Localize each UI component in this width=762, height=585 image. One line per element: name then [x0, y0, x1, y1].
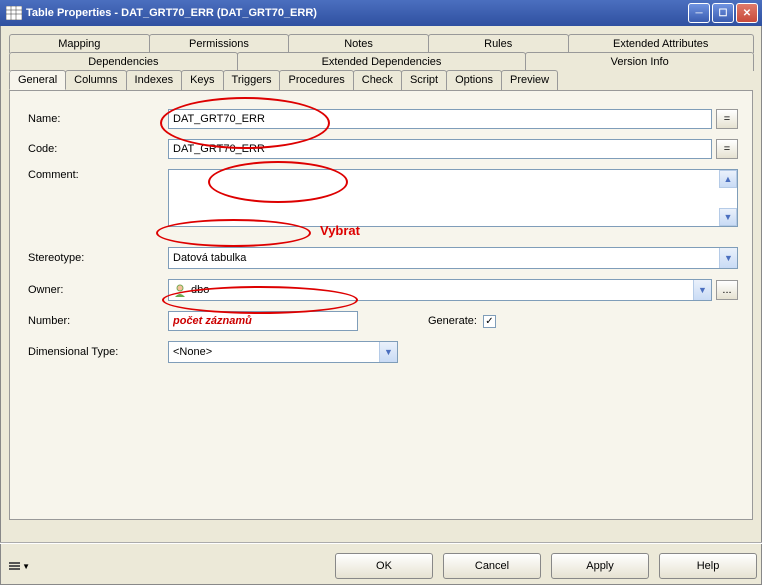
tab-extended-attributes[interactable]: Extended Attributes	[568, 34, 754, 53]
tab-row-3: General Columns Indexes Keys Triggers Pr…	[9, 70, 753, 90]
owner-label: Owner:	[28, 284, 168, 296]
tab-script[interactable]: Script	[401, 70, 447, 90]
general-panel: Name: = Code: = Comment: ▲ ▼ Stereotype:…	[9, 90, 753, 520]
tab-columns[interactable]: Columns	[65, 70, 126, 90]
dimensional-type-select[interactable]: <None> ▼	[168, 341, 398, 363]
menu-button[interactable]: ▼	[7, 555, 31, 577]
table-icon	[6, 6, 22, 20]
window-title: Table Properties - DAT_GRT70_ERR (DAT_GR…	[26, 7, 688, 19]
tab-dependencies[interactable]: Dependencies	[9, 52, 238, 71]
tab-mapping[interactable]: Mapping	[9, 34, 150, 53]
name-sync-button[interactable]: =	[716, 109, 738, 129]
number-input[interactable]	[168, 311, 358, 331]
maximize-button[interactable]: ☐	[712, 3, 734, 23]
minimize-button[interactable]: ─	[688, 3, 710, 23]
tab-notes[interactable]: Notes	[288, 34, 429, 53]
dimensional-type-value: <None>	[173, 346, 212, 358]
dimensional-type-label: Dimensional Type:	[28, 346, 168, 358]
tab-version-info[interactable]: Version Info	[525, 52, 754, 71]
apply-button[interactable]: Apply	[551, 553, 649, 579]
footer-bar: ▼ OK Cancel Apply Help	[0, 542, 762, 584]
number-label: Number:	[28, 315, 168, 327]
owner-select[interactable]: dbo ▼	[168, 279, 712, 301]
name-input[interactable]	[168, 109, 712, 129]
scroll-down-icon[interactable]: ▼	[719, 208, 737, 226]
stereotype-label: Stereotype:	[28, 252, 168, 264]
tab-preview[interactable]: Preview	[501, 70, 558, 90]
tab-extended-dependencies[interactable]: Extended Dependencies	[237, 52, 527, 71]
code-sync-button[interactable]: =	[716, 139, 738, 159]
tab-check[interactable]: Check	[353, 70, 402, 90]
close-button[interactable]: ✕	[736, 3, 758, 23]
tab-procedures[interactable]: Procedures	[279, 70, 353, 90]
tab-row-2: Dependencies Extended Dependencies Versi…	[9, 52, 753, 71]
comment-textarea[interactable]: ▲ ▼	[168, 169, 738, 227]
tab-row-1: Mapping Permissions Notes Rules Extended…	[9, 34, 753, 53]
stereotype-value: Datová tabulka	[173, 252, 246, 264]
tab-permissions[interactable]: Permissions	[149, 34, 290, 53]
user-icon	[173, 283, 187, 297]
cancel-button[interactable]: Cancel	[443, 553, 541, 579]
tab-keys[interactable]: Keys	[181, 70, 223, 90]
owner-browse-button[interactable]: ...	[716, 280, 738, 300]
tab-triggers[interactable]: Triggers	[223, 70, 281, 90]
tab-options[interactable]: Options	[446, 70, 502, 90]
chevron-down-icon: ▼	[719, 248, 737, 268]
generate-checkbox[interactable]: ✓	[483, 315, 496, 328]
code-input[interactable]	[168, 139, 712, 159]
name-label: Name:	[28, 113, 168, 125]
code-label: Code:	[28, 143, 168, 155]
chevron-down-icon: ▼	[693, 280, 711, 300]
help-button[interactable]: Help	[659, 553, 757, 579]
tab-rules[interactable]: Rules	[428, 34, 569, 53]
stereotype-select[interactable]: Datová tabulka ▼	[168, 247, 738, 269]
comment-label: Comment:	[28, 169, 168, 181]
titlebar: Table Properties - DAT_GRT70_ERR (DAT_GR…	[0, 0, 762, 26]
ok-button[interactable]: OK	[335, 553, 433, 579]
tab-general[interactable]: General	[9, 70, 66, 90]
scroll-up-icon[interactable]: ▲	[719, 170, 737, 188]
owner-value: dbo	[191, 284, 209, 296]
chevron-down-icon: ▼	[22, 562, 30, 571]
tab-indexes[interactable]: Indexes	[126, 70, 183, 90]
chevron-down-icon: ▼	[379, 342, 397, 362]
generate-label: Generate:	[428, 315, 477, 327]
